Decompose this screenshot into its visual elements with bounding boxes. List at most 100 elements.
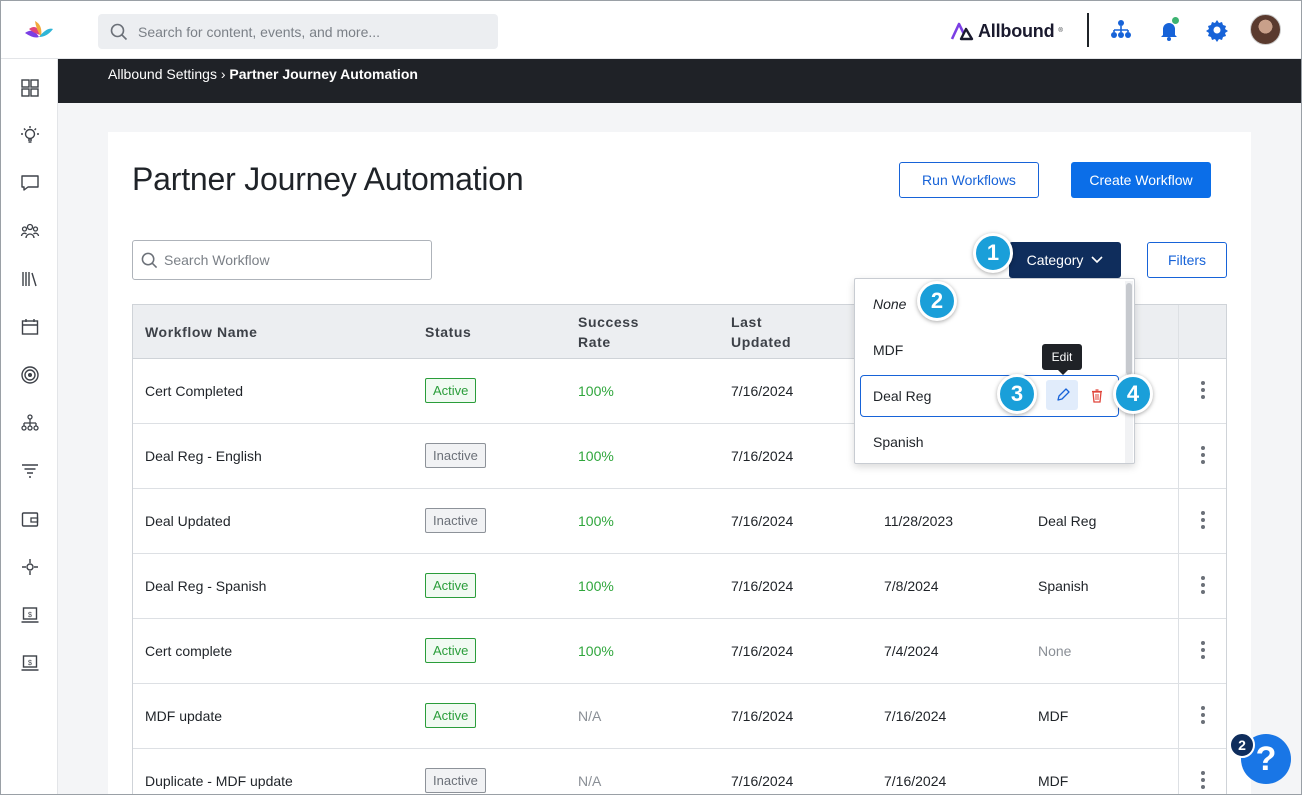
sidebar: $ $: [1, 59, 58, 794]
col-header-success-line1: Success: [578, 314, 640, 330]
col-header-status[interactable]: Status: [425, 322, 471, 342]
search-icon: [110, 23, 128, 41]
row-menu-icon[interactable]: [1200, 576, 1206, 596]
workflow-search-input[interactable]: Search Workflow: [132, 240, 432, 280]
category-option-spanish[interactable]: Spanish: [873, 434, 924, 450]
status-badge: Inactive: [425, 508, 486, 533]
chat-icon[interactable]: [20, 173, 40, 193]
row-menu-icon[interactable]: [1200, 381, 1206, 401]
run-workflows-button[interactable]: Run Workflows: [899, 162, 1039, 198]
success-rate: N/A: [578, 708, 602, 724]
success-rate: N/A: [578, 773, 602, 789]
workflow-name[interactable]: Cert Completed: [145, 383, 243, 399]
hierarchy-icon[interactable]: [20, 413, 40, 433]
last-updated: 7/16/2024: [731, 708, 794, 724]
pencil-icon: [1057, 388, 1070, 401]
partners-icon[interactable]: [20, 221, 40, 241]
row-menu-icon[interactable]: [1200, 706, 1206, 726]
success-rate: 100%: [578, 513, 614, 529]
category-option-deal-reg[interactable]: Deal Reg: [873, 388, 931, 404]
svg-text:$: $: [28, 660, 32, 667]
col-header-name[interactable]: Workflow Name: [145, 322, 258, 342]
category-label: Category: [1026, 252, 1084, 268]
row-menu-icon[interactable]: [1200, 511, 1206, 531]
library-icon[interactable]: [20, 269, 40, 289]
row-menu-icon[interactable]: [1200, 771, 1206, 791]
lightbulb-icon[interactable]: [20, 125, 40, 145]
workflow-name[interactable]: Deal Updated: [145, 513, 231, 529]
billing-laptop-icon[interactable]: $: [20, 605, 40, 625]
breadcrumb-parent-link[interactable]: Allbound Settings: [108, 66, 217, 82]
table-row[interactable]: Deal Updated Inactive 100% 7/16/2024 11/…: [133, 489, 1226, 554]
global-search-input[interactable]: Search for content, events, and more...: [98, 14, 498, 49]
row-menu-icon[interactable]: [1200, 446, 1206, 466]
category-dropdown-button[interactable]: Category: [1009, 242, 1121, 278]
last-updated: 7/16/2024: [731, 773, 794, 789]
top-bar: Search for content, events, and more... …: [1, 1, 1301, 59]
dropdown-scroll-thumb[interactable]: [1126, 283, 1132, 375]
status-badge: Active: [425, 573, 477, 598]
brand-name: Allbound: [978, 20, 1055, 41]
success-rate: 100%: [578, 578, 614, 594]
status-badge: Active: [425, 638, 477, 663]
payments-laptop-icon[interactable]: $: [20, 653, 40, 673]
col-header-success-rate[interactable]: Success Rate: [578, 312, 639, 352]
workflow-search-placeholder: Search Workflow: [164, 252, 270, 268]
breadcrumb: Allbound Settings › Partner Journey Auto…: [108, 66, 418, 82]
workflow-name[interactable]: Cert complete: [145, 643, 232, 659]
col-header-last-line1: Last: [731, 314, 763, 330]
category-option-mdf[interactable]: MDF: [873, 342, 903, 358]
category-value: MDF: [1038, 708, 1069, 724]
last-updated: 7/16/2024: [731, 513, 794, 529]
callout-marker-4: 4: [1113, 374, 1153, 414]
allbound-mark-icon: [950, 22, 974, 41]
delete-category-button[interactable]: [1085, 384, 1109, 408]
status-badge: Inactive: [425, 443, 486, 468]
last-updated: 7/16/2024: [731, 448, 794, 464]
svg-text:$: $: [28, 612, 32, 619]
table-row[interactable]: Deal Reg - Spanish Active 100% 7/16/2024…: [133, 554, 1226, 619]
status-badge: Active: [425, 378, 477, 403]
table-row[interactable]: Duplicate - MDF update Inactive N/A 7/16…: [133, 749, 1226, 794]
table-row[interactable]: MDF update Active N/A 7/16/2024 7/16/202…: [133, 684, 1226, 749]
gear-icon[interactable]: [1205, 18, 1229, 42]
category-value: Deal Reg: [1038, 513, 1097, 529]
integrations-icon[interactable]: [20, 557, 40, 577]
category-value: MDF: [1038, 773, 1069, 789]
user-avatar[interactable]: [1250, 14, 1281, 45]
target-icon[interactable]: [20, 365, 40, 385]
brand-logo: Allbound ®: [950, 19, 1063, 43]
create-workflow-button[interactable]: Create Workflow: [1071, 162, 1211, 198]
created-date: 11/28/2023: [884, 513, 954, 529]
workflow-name[interactable]: Deal Reg - English: [145, 448, 262, 464]
col-header-last-updated[interactable]: Last Updated: [731, 312, 791, 352]
dashboard-icon[interactable]: [20, 78, 40, 98]
breadcrumb-current: Partner Journey Automation: [229, 66, 418, 82]
created-date: 7/16/2024: [884, 773, 947, 789]
app-logo-icon[interactable]: [23, 17, 55, 45]
page-title: Partner Journey Automation: [132, 161, 524, 197]
filters-button[interactable]: Filters: [1147, 242, 1227, 278]
col-header-success-line2: Rate: [578, 334, 611, 350]
edit-category-button[interactable]: [1046, 380, 1078, 410]
table-row[interactable]: Cert complete Active 100% 7/16/2024 7/4/…: [133, 619, 1226, 684]
wallet-icon[interactable]: [20, 509, 40, 529]
chevron-down-icon: [1091, 256, 1103, 264]
workflow-name[interactable]: Deal Reg - Spanish: [145, 578, 266, 594]
category-option-none[interactable]: None: [873, 296, 906, 312]
org-chart-icon[interactable]: [1109, 18, 1133, 42]
global-search-placeholder: Search for content, events, and more...: [138, 24, 381, 40]
breadcrumb-separator: ›: [220, 66, 226, 82]
col-header-last-line2: Updated: [731, 334, 792, 350]
workflow-name[interactable]: MDF update: [145, 708, 222, 724]
dropdown-scrollbar[interactable]: [1125, 281, 1133, 463]
calendar-icon[interactable]: [20, 317, 40, 337]
funnel-icon[interactable]: [20, 461, 40, 481]
row-menu-icon[interactable]: [1200, 641, 1206, 661]
last-updated: 7/16/2024: [731, 643, 794, 659]
edit-tooltip: Edit: [1042, 344, 1082, 375]
category-value: None: [1038, 643, 1072, 659]
status-badge: Active: [425, 703, 477, 728]
app-window: Search for content, events, and more... …: [0, 0, 1302, 795]
workflow-name[interactable]: Duplicate - MDF update: [145, 773, 293, 789]
